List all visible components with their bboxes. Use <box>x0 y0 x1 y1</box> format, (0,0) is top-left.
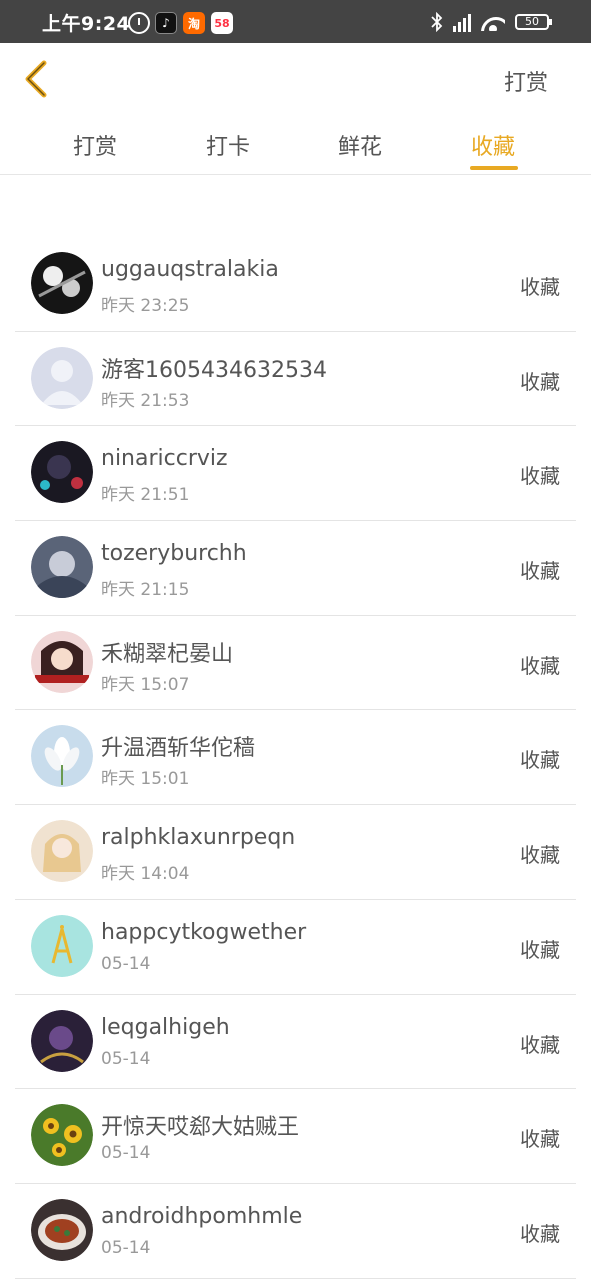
favorite-label: 收藏 <box>520 559 560 584</box>
signal-icon <box>453 12 471 32</box>
tiktok-icon: ♪ <box>155 12 177 34</box>
user-name: tozeryburchh <box>101 541 247 567</box>
favorite-label: 收藏 <box>520 1032 560 1057</box>
avatar[interactable] <box>31 630 93 693</box>
list-item[interactable]: androidhpomhmle 05-14 收藏 <box>15 1184 576 1279</box>
header-reward-button[interactable]: 打赏 <box>504 65 548 97</box>
user-name: 游客1605434632534 <box>101 357 327 383</box>
list-item[interactable]: 升温酒斩华佗穑 昨天 15:01 收藏 <box>15 710 576 806</box>
avatar[interactable] <box>31 725 93 788</box>
timestamp: 05-14 <box>101 953 151 974</box>
avatar[interactable] <box>31 346 93 409</box>
user-name: uggauqstralakia <box>101 257 279 282</box>
user-name: 开惊天哎郄大姑贼王 <box>101 1115 300 1141</box>
favorite-label: 收藏 <box>520 937 560 962</box>
list-item[interactable]: 开惊天哎郄大姑贼王 05-14 收藏 <box>15 1089 576 1184</box>
bluetooth-icon <box>431 12 443 32</box>
list-item[interactable]: 游客1605434632534 昨天 21:53 收藏 <box>15 332 576 427</box>
list-item[interactable]: 禾糊翠杞晏山 昨天 15:07 收藏 <box>15 616 576 711</box>
timestamp: 05-14 <box>101 1048 151 1069</box>
user-name: leqgalhigeh <box>101 1014 230 1040</box>
avatar[interactable] <box>31 820 93 883</box>
timestamp: 昨天 23:25 <box>101 296 190 316</box>
avatar[interactable] <box>31 1198 93 1261</box>
tab-reward[interactable]: 打赏 <box>73 129 117 173</box>
user-name: 禾糊翠杞晏山 <box>101 641 234 667</box>
timestamp: 昨天 14:04 <box>101 864 190 885</box>
user-name: happcytkogwether <box>101 919 307 945</box>
tab-bar: 打赏 打卡 鲜花 收藏 <box>0 113 591 175</box>
status-bar: 上午9:24 ♪ 淘 58 50 <box>0 0 591 43</box>
user-name: ralphklaxunrpeqn <box>101 825 296 851</box>
favorite-label: 收藏 <box>520 275 560 299</box>
active-tab-indicator <box>470 166 518 170</box>
list-item[interactable]: ralphklaxunrpeqn 昨天 14:04 收藏 <box>15 805 576 900</box>
tab-checkin[interactable]: 打卡 <box>206 129 250 173</box>
avatar[interactable] <box>31 914 93 977</box>
favorite-label: 收藏 <box>520 464 560 489</box>
user-name: androidhpomhmle <box>101 1203 303 1229</box>
avatar[interactable] <box>31 252 93 314</box>
timestamp: 昨天 21:51 <box>101 485 190 506</box>
wifi-icon <box>481 13 505 31</box>
list-item[interactable]: tozeryburchh 昨天 21:15 收藏 <box>15 521 576 616</box>
battery-icon: 50 <box>515 14 552 30</box>
timestamp: 05-14 <box>101 1143 151 1164</box>
status-time: 上午9:24 <box>42 13 131 35</box>
timestamp: 昨天 15:01 <box>101 769 190 790</box>
list-item[interactable]: happcytkogwether 05-14 收藏 <box>15 900 576 995</box>
avatar[interactable] <box>31 1009 93 1072</box>
timestamp: 昨天 15:07 <box>101 674 190 695</box>
favorite-label: 收藏 <box>520 653 560 678</box>
58-icon: 58 <box>211 12 233 34</box>
back-arrow-icon[interactable] <box>22 59 52 99</box>
favorites-list: uggauqstralakia 昨天 23:25 收藏 游客1605434632… <box>15 237 576 1279</box>
favorite-label: 收藏 <box>520 843 560 868</box>
taobao-icon: 淘 <box>183 12 205 34</box>
favorite-label: 收藏 <box>520 748 560 773</box>
timestamp: 昨天 21:15 <box>101 580 190 601</box>
avatar[interactable] <box>31 1104 93 1167</box>
favorite-label: 收藏 <box>520 369 560 394</box>
timestamp: 05-14 <box>101 1237 151 1258</box>
nav-header: 打赏 <box>0 43 591 113</box>
alarm-icon <box>128 12 150 34</box>
list-item[interactable]: uggauqstralakia 昨天 23:25 收藏 <box>15 237 576 332</box>
favorite-label: 收藏 <box>520 1127 560 1152</box>
user-name: ninariccrviz <box>101 446 228 472</box>
favorite-label: 收藏 <box>520 1221 560 1246</box>
avatar[interactable] <box>31 536 93 599</box>
list-item[interactable]: ninariccrviz 昨天 21:51 收藏 <box>15 426 576 522</box>
avatar[interactable] <box>31 441 93 504</box>
tab-flowers[interactable]: 鲜花 <box>338 129 382 173</box>
user-name: 升温酒斩华佗穑 <box>101 736 256 762</box>
list-item[interactable]: leqgalhigeh 05-14 收藏 <box>15 995 576 1090</box>
timestamp: 昨天 21:53 <box>101 390 190 411</box>
